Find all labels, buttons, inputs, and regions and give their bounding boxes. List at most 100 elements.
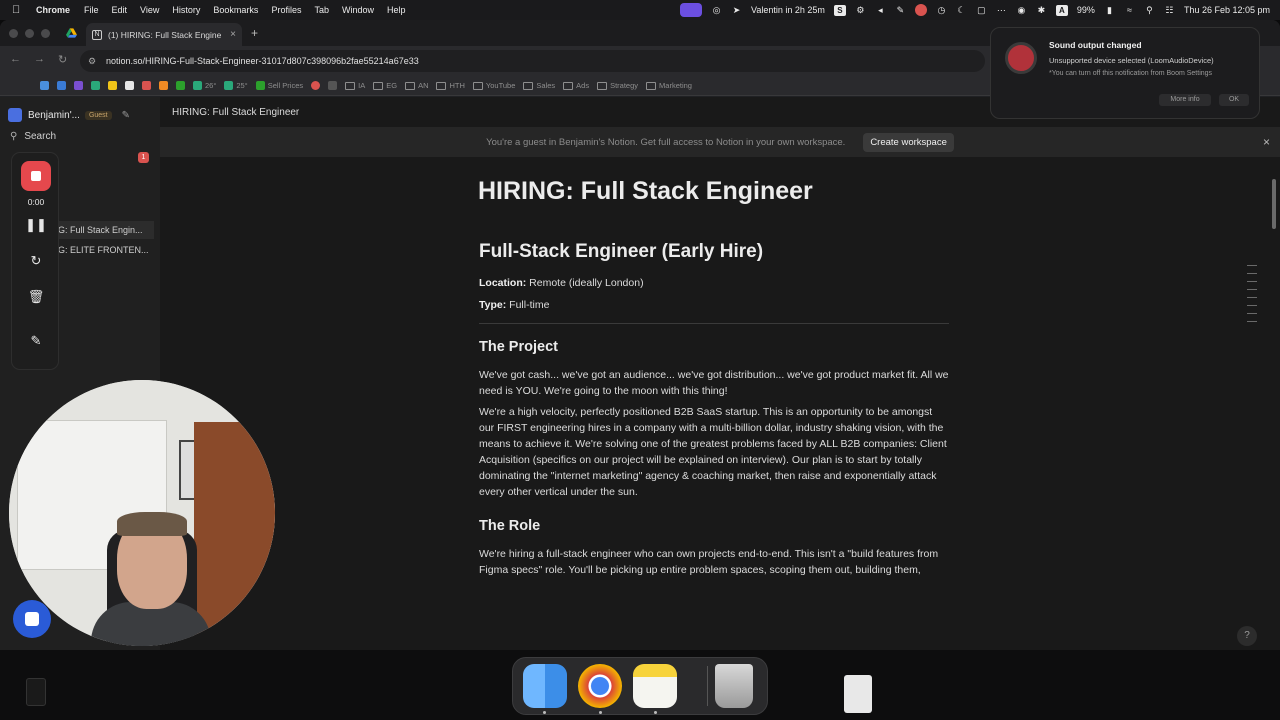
sidebar-item-full-stack[interactable]: G: Full Stack Engin... xyxy=(50,221,154,239)
bookmark-favicon-icon[interactable] xyxy=(74,81,83,90)
system-notification[interactable]: Sound output changed Unsupported device … xyxy=(990,27,1260,119)
new-tab-button[interactable]: + xyxy=(251,26,258,40)
menu-bookmarks[interactable]: Bookmarks xyxy=(213,5,258,15)
menu-view[interactable]: View xyxy=(140,5,159,15)
toc-marker[interactable] xyxy=(1247,265,1257,266)
menu-help[interactable]: Help xyxy=(387,5,406,15)
youtube-bookmark-icon[interactable] xyxy=(311,81,321,90)
browser-tab-active[interactable]: N (1) HIRING: Full Stack Engine × xyxy=(86,23,242,46)
apple-menu-icon[interactable]:  xyxy=(12,4,30,16)
cast-icon[interactable] xyxy=(914,4,927,16)
document-thumbnail-icon[interactable] xyxy=(844,675,872,713)
bookmark-weather-2[interactable]: 25° xyxy=(224,81,248,90)
menu-history[interactable]: History xyxy=(172,5,200,15)
notes-icon[interactable] xyxy=(633,664,677,708)
draw-pen-icon[interactable]: ✎ xyxy=(12,333,60,349)
toc-marker[interactable] xyxy=(1247,305,1257,306)
loom-status-icon[interactable] xyxy=(680,3,703,17)
bookmark-folder-youtube[interactable]: YouTube xyxy=(472,81,515,90)
breadcrumb[interactable]: HIRING: Full Stack Engineer xyxy=(172,107,299,118)
battery-percent[interactable]: 99% xyxy=(1077,5,1095,15)
workspace-switcher[interactable]: Benjamin'... Guest ✎ xyxy=(8,105,156,125)
site-settings-icon[interactable]: ⚙ xyxy=(88,56,98,66)
loom-camera-bubble[interactable] xyxy=(9,380,275,646)
bookmark-favicon-icon[interactable] xyxy=(91,81,100,90)
help-button[interactable]: ? xyxy=(1237,626,1257,646)
more-info-button[interactable]: More info xyxy=(1159,94,1211,106)
bookmark-favicon-icon[interactable] xyxy=(108,81,117,90)
restart-icon[interactable]: ↻ xyxy=(12,253,60,269)
toc-marker[interactable] xyxy=(1247,321,1257,322)
window-icon[interactable]: ▢ xyxy=(976,5,987,16)
bookmark-favicon-icon[interactable] xyxy=(125,81,134,90)
bluetooth-icon[interactable]: ✱ xyxy=(1036,5,1047,16)
skype-icon[interactable]: S xyxy=(833,4,846,16)
bookmark-favicon-icon[interactable] xyxy=(40,81,49,90)
bookmark-favicon-icon[interactable] xyxy=(159,81,168,90)
app-menu[interactable]: Chrome xyxy=(36,5,70,15)
table-of-contents-rail[interactable] xyxy=(1247,265,1257,329)
loom-stop-recording-button[interactable] xyxy=(21,161,51,191)
bookmark-weather-1[interactable]: 26° xyxy=(193,81,216,90)
forward-button[interactable]: → xyxy=(34,53,45,65)
bookmark-folder-ads[interactable]: Ads xyxy=(563,81,589,90)
google-drive-icon[interactable] xyxy=(66,28,77,38)
pause-icon[interactable]: ❚❚ xyxy=(12,217,60,233)
reload-button[interactable]: ↻ xyxy=(58,53,67,66)
trash-bin-icon[interactable] xyxy=(715,664,753,708)
input-source-icon[interactable]: A xyxy=(1055,4,1068,16)
back-button[interactable]: ← xyxy=(10,53,21,65)
toc-marker[interactable] xyxy=(1247,273,1257,274)
menubar-clock[interactable]: Thu 26 Feb 12:05 pm xyxy=(1184,5,1270,15)
airdrop-icon[interactable]: ◉ xyxy=(1016,5,1027,16)
dots-icon[interactable]: ⋯ xyxy=(996,5,1007,16)
moon-icon[interactable]: ☾ xyxy=(956,5,967,16)
bookmark-folder-sales[interactable]: Sales xyxy=(523,81,555,90)
inbox-badge[interactable]: 1 xyxy=(138,152,149,163)
create-workspace-button[interactable]: Create workspace xyxy=(863,132,954,152)
toc-marker[interactable] xyxy=(1247,281,1257,282)
sidebar-search[interactable]: ⚲ Search xyxy=(10,131,56,142)
menu-window[interactable]: Window xyxy=(342,5,374,15)
stack-icon[interactable] xyxy=(26,678,46,706)
tab-close-icon[interactable]: × xyxy=(230,29,236,40)
bookmark-folder-strategy[interactable]: Strategy xyxy=(597,81,638,90)
new-page-icon[interactable]: ✎ xyxy=(122,110,130,121)
bookmark-folder-hth[interactable]: HTH xyxy=(436,81,465,90)
back-icon[interactable]: ◂ xyxy=(875,5,886,16)
loom-camera-stop-button[interactable] xyxy=(13,600,51,638)
menu-tab[interactable]: Tab xyxy=(314,5,329,15)
page-scrollbar[interactable] xyxy=(1272,179,1276,229)
bookmark-sell-prices[interactable]: Sell Prices xyxy=(255,81,303,90)
menu-profiles[interactable]: Profiles xyxy=(271,5,301,15)
bookmark-favicon-icon[interactable] xyxy=(176,81,185,90)
finder-icon[interactable] xyxy=(523,664,567,708)
clock-icon[interactable]: ◷ xyxy=(936,5,947,16)
window-minimize-button[interactable] xyxy=(25,29,34,38)
window-zoom-button[interactable] xyxy=(41,29,50,38)
banner-close-icon[interactable]: × xyxy=(1263,135,1270,149)
gear-badge-icon[interactable]: ⚙ xyxy=(855,5,866,16)
bookmark-favicon-icon[interactable] xyxy=(328,81,338,90)
bookmark-folder-an[interactable]: AN xyxy=(405,81,428,90)
toc-marker[interactable] xyxy=(1247,289,1257,290)
spotlight-search-icon[interactable]: ⚲ xyxy=(1144,5,1155,16)
calendar-next-event[interactable]: Valentin in 2h 25m xyxy=(751,5,825,15)
bookmark-folder-marketing[interactable]: Marketing xyxy=(646,81,692,90)
bookmark-favicon-icon[interactable] xyxy=(57,81,66,90)
wifi-icon[interactable]: ≈ xyxy=(1124,5,1135,16)
toc-marker[interactable] xyxy=(1247,313,1257,314)
notification-ok-button[interactable]: OK xyxy=(1219,94,1249,106)
bookmark-folder-eg[interactable]: EG xyxy=(373,81,397,90)
trash-icon[interactable]: 🗑 xyxy=(12,289,60,305)
bookmark-folder-ia[interactable]: IA xyxy=(345,81,365,90)
address-bar[interactable]: ⚙ notion.so/HIRING-Full-Stack-Engineer-3… xyxy=(80,50,985,72)
bookmark-favicon-icon[interactable] xyxy=(142,81,151,90)
chrome-icon[interactable] xyxy=(578,664,622,708)
toc-marker[interactable] xyxy=(1247,297,1257,298)
sidebar-item-elite-frontend[interactable]: G: ELITE FRONTEN... xyxy=(58,245,154,255)
screen-record-icon[interactable]: ◎ xyxy=(711,5,722,16)
control-center-icon[interactable]: ☷ xyxy=(1164,5,1175,16)
brush-icon[interactable]: ✎ xyxy=(895,5,906,16)
window-close-button[interactable] xyxy=(9,29,18,38)
